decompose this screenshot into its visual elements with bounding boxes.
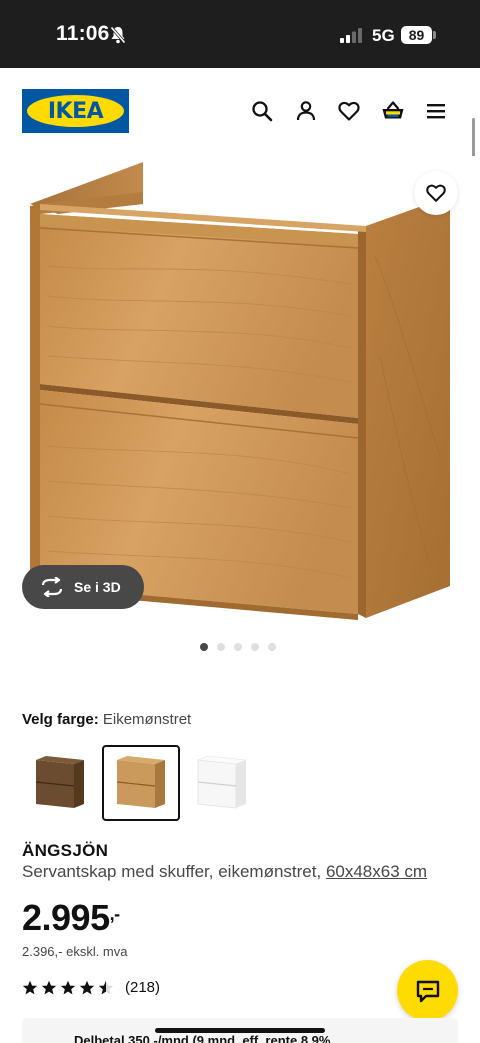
rating-count: (218) xyxy=(125,979,161,996)
home-indicator[interactable] xyxy=(155,1028,325,1033)
status-bar: 11:06 5G 89 xyxy=(0,0,480,68)
product-description-text: Servantskap med skuffer, eikemønstret, xyxy=(22,862,322,881)
cabinet-right-side xyxy=(366,196,450,618)
product-description: Servantskap med skuffer, eikemønstret, 6… xyxy=(22,862,427,882)
status-time: 11:06 xyxy=(56,22,110,45)
price-suffix: ,- xyxy=(109,904,121,924)
product-price: 2.995,- xyxy=(22,897,120,939)
carousel-dot[interactable] xyxy=(268,643,276,651)
heart-icon[interactable] xyxy=(337,99,361,123)
product-brand: ÄNGSJÖN xyxy=(22,841,109,860)
rotate-3d-icon xyxy=(41,577,63,597)
carousel-dot[interactable] xyxy=(217,643,225,651)
network-type: 5G xyxy=(372,26,395,45)
star-half-icon xyxy=(98,980,114,994)
star-full-icon xyxy=(79,980,95,994)
product-gallery[interactable]: Se i 3D xyxy=(0,156,480,632)
signal-icon xyxy=(340,28,362,43)
basket-icon[interactable] xyxy=(381,99,405,123)
heart-icon xyxy=(426,184,446,202)
price-value: 2.995 xyxy=(22,897,110,938)
star-full-icon xyxy=(41,980,57,994)
silent-bell-icon xyxy=(110,26,126,44)
site-header: IKEA xyxy=(0,68,480,156)
carousel-dot[interactable] xyxy=(200,643,208,651)
search-icon[interactable] xyxy=(250,99,274,123)
battery-tip xyxy=(433,31,436,39)
logo-oval: IKEA xyxy=(27,95,124,127)
brown-cabinet-thumbnail xyxy=(35,756,84,808)
chat-icon xyxy=(416,980,439,1002)
user-icon[interactable] xyxy=(294,99,318,123)
menu-icon[interactable] xyxy=(424,99,448,123)
color-selected-value: Eikemønstret xyxy=(102,711,192,728)
product-dimensions-link[interactable]: 60x48x63 cm xyxy=(326,862,427,881)
logo-text: IKEA xyxy=(47,98,104,124)
carousel-dot[interactable] xyxy=(251,643,259,651)
view-3d-button[interactable]: Se i 3D xyxy=(22,565,144,609)
color-swatch-white[interactable] xyxy=(184,745,260,821)
product-rating[interactable]: (218) xyxy=(22,979,160,996)
carousel-dots xyxy=(200,643,276,653)
product-image[interactable] xyxy=(0,156,480,632)
color-picker-label: Velg farge: Eikemønstret xyxy=(22,711,191,728)
carousel-dot[interactable] xyxy=(234,643,242,651)
color-label-title: Velg farge: xyxy=(22,711,99,728)
oak-cabinet-thumbnail xyxy=(116,756,165,808)
star-full-icon xyxy=(22,980,38,994)
white-cabinet-thumbnail xyxy=(197,755,247,809)
star-full-icon xyxy=(60,980,76,994)
color-swatch-oak[interactable] xyxy=(102,745,180,821)
color-swatch-brown[interactable] xyxy=(22,745,98,821)
price-ex-vat: 2.396,- ekskl. mva xyxy=(22,944,128,959)
favorite-button[interactable] xyxy=(414,171,458,215)
view-3d-label: Se i 3D xyxy=(74,579,121,595)
cabinet-left-edge xyxy=(30,204,40,604)
financing-text: Delbetal 350,-/mnd (9 mnd, eff. rente 8,… xyxy=(74,1033,331,1043)
chat-button[interactable] xyxy=(397,960,458,1021)
ikea-logo[interactable]: IKEA xyxy=(22,89,129,133)
battery-level: 89 xyxy=(401,26,432,44)
